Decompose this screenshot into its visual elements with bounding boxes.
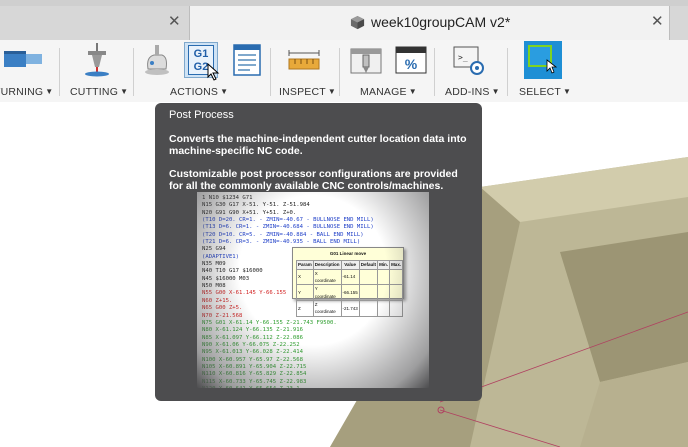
chevron-down-icon: ▼ [120,87,129,96]
post-process-tooltip: Post Process Converts the machine-indepe… [155,103,482,401]
parameter-cell [377,284,391,302]
manage-menu[interactable]: MANAGE ▼ [360,86,417,98]
document-tab-bar: ✕ week10groupCAM v2* ✕ [0,0,688,40]
chevron-down-icon: ▼ [327,87,337,96]
post-process-button[interactable]: G1 G2 [184,42,220,81]
select-menu[interactable]: SELECT ▼ [519,86,571,98]
parameter-cell [389,300,404,317]
nc-code-line: N100 X-60.957 Y-65.97 Z-22.568 [202,356,304,363]
turning-menu[interactable]: TURNING▼ [0,86,53,98]
close-tab-icon[interactable]: ✕ [168,12,181,32]
post-library-icon[interactable]: % [394,43,428,77]
parameter-column-header: Default [358,260,379,270]
parameter-cell: Z coordinate [312,300,342,317]
chevron-down-icon: ▼ [563,87,572,96]
add-ins-menu[interactable]: ADD-INS ▼ [445,86,500,98]
parameter-cell: Z [296,300,314,317]
actions-menu[interactable]: ACTIONS ▼ [170,86,228,98]
nc-code-line: N75 G01 X-61.14 Y-66.155 Z-21.743 F9500. [202,319,337,326]
dialog-title: G01 Linear move [329,251,367,256]
nc-code-line: N115 X-60.733 Y-65.745 Z-22.983 [202,378,307,385]
setup-sheet-icon[interactable] [230,43,264,77]
close-tab-icon[interactable]: ✕ [651,12,664,32]
nc-code-line: 1 N10 $1234 G71 [202,195,253,201]
inactive-document-tab[interactable] [670,6,688,40]
parameter-table: Param Description Value Default Min. Max. XX … [296,260,404,317]
scripts-addins-icon[interactable]: >_ [452,43,486,77]
prompt-glyph: >_ [458,53,468,62]
nc-code-line: N90 X-61.06 Y-66.075 Z-22.252 [202,341,300,348]
nc-code-preview: 1 N10 $1234 G71 N15 G30 G17 X-51. Y-51. Z… [197,192,429,388]
percent-glyph: % [405,56,418,72]
cam-toolbar: TURNING▼ CUTTING▼ G1 G2 ACTI [0,40,688,102]
nc-code-line: (T10 D=20. CR=1. - ZMIN=-40.67 - BULLNOS… [202,217,374,224]
parameter-cell [389,268,404,286]
nc-code-line: N120 X-60.641 Y-65.654 Z-23.1 [202,386,424,388]
table-row: ZZ coordinate -21.743 [296,300,404,317]
nc-code-line: N110 X-60.816 Y-65.829 Z-22.854 [202,371,307,378]
g01-parameter-dialog: G01 Linear move Param Description Value Def… [292,247,404,317]
parameter-column-header: Min. [377,260,391,270]
parameter-cell [358,268,379,286]
tool-library-icon[interactable] [349,43,383,77]
parameter-cell: Y [296,284,314,302]
toolbar-divider [434,48,435,96]
table-row: XX coordinate -61.14 [296,268,404,286]
parameter-cell [377,268,391,286]
nc-code-line: (T20 D=10. CR=5. - ZMIN=-40.884 - BALL E… [202,231,364,238]
simulate-icon[interactable] [140,43,174,77]
toolbar-divider [507,48,508,96]
parameter-cell [389,284,404,302]
nc-code-line: (T13 D=6. CR=1. - ZMIN=-40.684 - BULLNOS… [202,224,374,231]
toolbar-divider [59,48,60,96]
chevron-down-icon: ▼ [491,87,500,96]
parameter-cell [358,284,379,302]
tooltip-title: Post Process [169,109,234,121]
toolbar-divider [270,48,271,96]
cutting-torch-icon[interactable] [80,43,114,77]
parameter-cell [358,300,379,317]
parameter-column-header: Value [340,260,360,270]
nc-code-line: N80 X-61.124 Y-66.135 Z-21.916 [202,327,304,334]
turning-icon[interactable] [4,43,44,77]
active-document-tab[interactable]: week10groupCAM v2* ✕ [189,6,670,40]
design-cube-icon [350,15,365,29]
parameter-column-header: Param [296,260,314,270]
nc-code-line: (T21 D=6. CR=3. - ZMIN=-40.935 - BALL EN… [202,239,361,246]
parameter-cell: Y coordinate [312,284,342,302]
inactive-document-tab[interactable]: ✕ [0,6,189,40]
document-title-text: week10groupCAM v2* [371,14,511,30]
measure-ruler-icon[interactable] [287,43,321,77]
toolbar-divider [133,48,134,96]
parameter-column-header: Max. [389,260,404,270]
select-button[interactable] [524,41,562,79]
nc-code-line: N20 G91 G90 X+51. Y+51. Z+0. [202,209,297,216]
table-row: YY coordinate -66.155 [296,284,404,302]
parameter-cell: X [296,268,314,286]
inspect-menu[interactable]: INSPECT ▼ [279,86,336,98]
chevron-down-icon: ▼ [45,87,54,96]
parameter-cell [377,300,391,317]
nc-code-line: N85 X-61.097 Y-66.112 Z-22.086 [202,334,304,341]
tooltip-description: Customizable post processor configuratio… [169,168,458,192]
toolbar-divider [339,48,340,96]
parameter-cell: -61.14 [340,268,360,286]
document-title: week10groupCAM v2* [350,12,510,32]
parameter-column-header: Description [312,260,342,270]
nc-code-line: N95 X-61.013 Y-66.028 Z-22.414 [202,349,304,356]
tooltip-description: Converts the machine-independent cutter … [169,133,467,157]
nc-code-line: N15 G30 G17 X-51. Y-51. Z-51.984 [202,202,310,209]
parameter-cell: -66.155 [340,284,360,302]
nc-code-line: N105 X-60.891 Y-65.904 Z-22.715 [202,363,307,370]
chevron-down-icon: ▼ [408,87,417,96]
mouse-cursor-icon [207,63,220,81]
parameter-cell: X coordinate [312,268,342,286]
parameter-cell: -21.743 [340,300,360,317]
cutting-menu[interactable]: CUTTING ▼ [70,86,128,98]
select-cursor-icon [546,59,558,74]
chevron-down-icon: ▼ [220,87,229,96]
